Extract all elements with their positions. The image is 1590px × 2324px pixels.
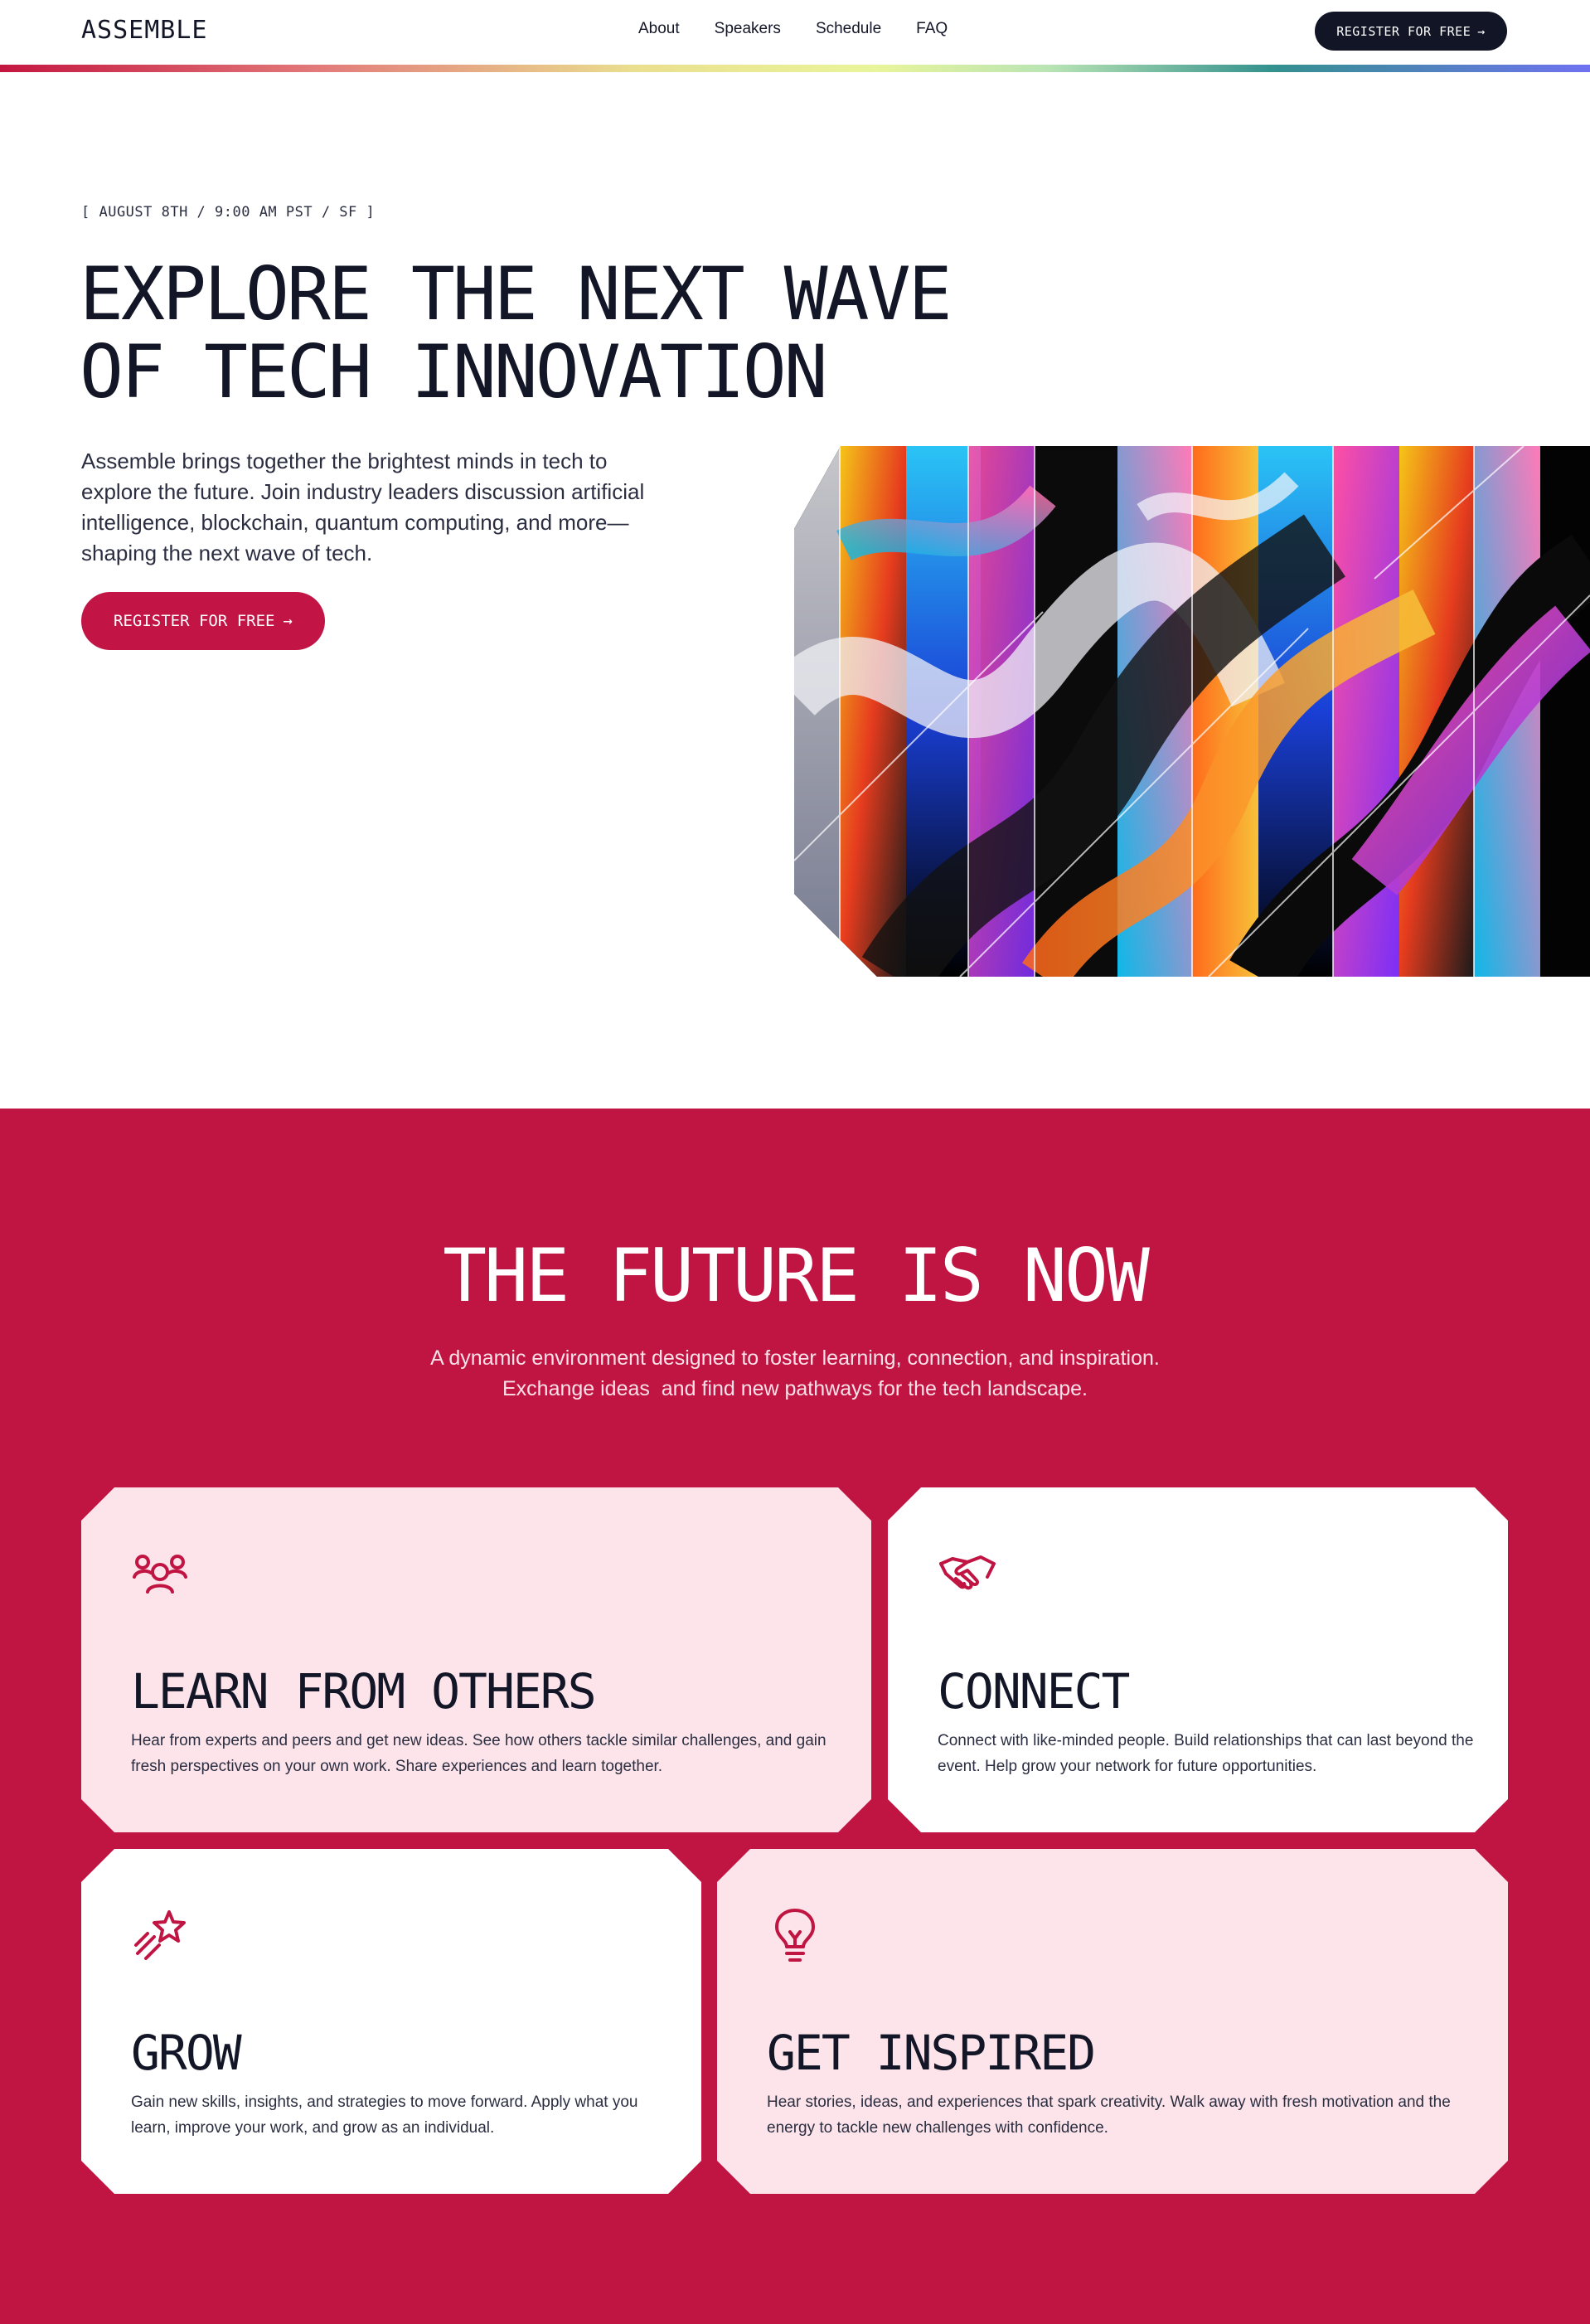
rainbow-divider <box>0 65 1590 72</box>
feature-card-grow: GROW Gain new skills, insights, and stra… <box>81 1849 701 2194</box>
future-subtitle-line2: Exchange ideas and find new pathways for… <box>502 1377 1088 1400</box>
nav-link-speakers[interactable]: Speakers <box>715 20 781 38</box>
card-text: Hear stories, ideas, and experiences tha… <box>767 2094 1451 2137</box>
card-text: Connect with like-minded people. Build r… <box>938 1732 1474 1775</box>
nav-register-label: REGISTER FOR FREE <box>1336 23 1471 39</box>
hero-title-line1: EXPLORE THE NEXT WAVE <box>80 251 953 337</box>
card-title: CONNECT <box>938 1663 1129 1720</box>
nav-links: About Speakers Schedule FAQ <box>638 20 948 38</box>
shooting-star-icon <box>131 1907 189 1965</box>
feature-card-inspired: GET INSPIRED Hear stories, ideas, and ex… <box>717 1849 1508 2194</box>
future-subtitle-line1: A dynamic environment designed to foster… <box>430 1346 1160 1370</box>
arrow-right-icon: → <box>283 612 293 630</box>
feature-card-connect: CONNECT Connect with like-minded people.… <box>888 1487 1508 1832</box>
card-title: GET INSPIRED <box>767 2025 1095 2081</box>
top-nav: ASSEMBLE About Speakers Schedule FAQ REG… <box>0 0 1590 66</box>
arrow-right-icon: → <box>1477 23 1486 39</box>
hero-register-button[interactable]: REGISTER FOR FREE → <box>81 592 325 650</box>
hero-register-label: REGISTER FOR FREE <box>114 612 275 630</box>
people-icon <box>131 1545 189 1604</box>
card-text: Hear from experts and peers and get new … <box>131 1732 827 1775</box>
logo[interactable]: ASSEMBLE <box>81 16 208 45</box>
hero-description: Assemble brings together the brightest m… <box>81 449 645 565</box>
future-subtitle: A dynamic environment designed to foster… <box>381 1343 1209 1405</box>
feature-card-learn: LEARN FROM OTHERS Hear from experts and … <box>81 1487 871 1832</box>
nav-link-schedule[interactable]: Schedule <box>816 20 881 38</box>
event-date: [ AUGUST 8TH / 9:00 AM PST / SF ] <box>81 204 376 221</box>
card-title: GROW <box>131 2025 240 2081</box>
nav-register-button[interactable]: REGISTER FOR FREE → <box>1315 12 1507 51</box>
card-text: Gain new skills, insights, and strategie… <box>131 2094 638 2137</box>
nav-link-about[interactable]: About <box>638 20 680 38</box>
nav-link-faq[interactable]: FAQ <box>916 20 948 38</box>
hero-abstract-art <box>794 446 1590 977</box>
card-title: LEARN FROM OTHERS <box>131 1663 595 1720</box>
hero-title: EXPLORE THE NEXT WAVE OF TECH INNOVATION <box>80 255 1074 411</box>
hero-title-line2: OF TECH INNOVATION <box>80 329 828 415</box>
lightbulb-icon <box>767 1907 825 1965</box>
future-title: THE FUTURE IS NOW <box>443 1233 1150 1318</box>
handshake-icon <box>938 1545 996 1604</box>
